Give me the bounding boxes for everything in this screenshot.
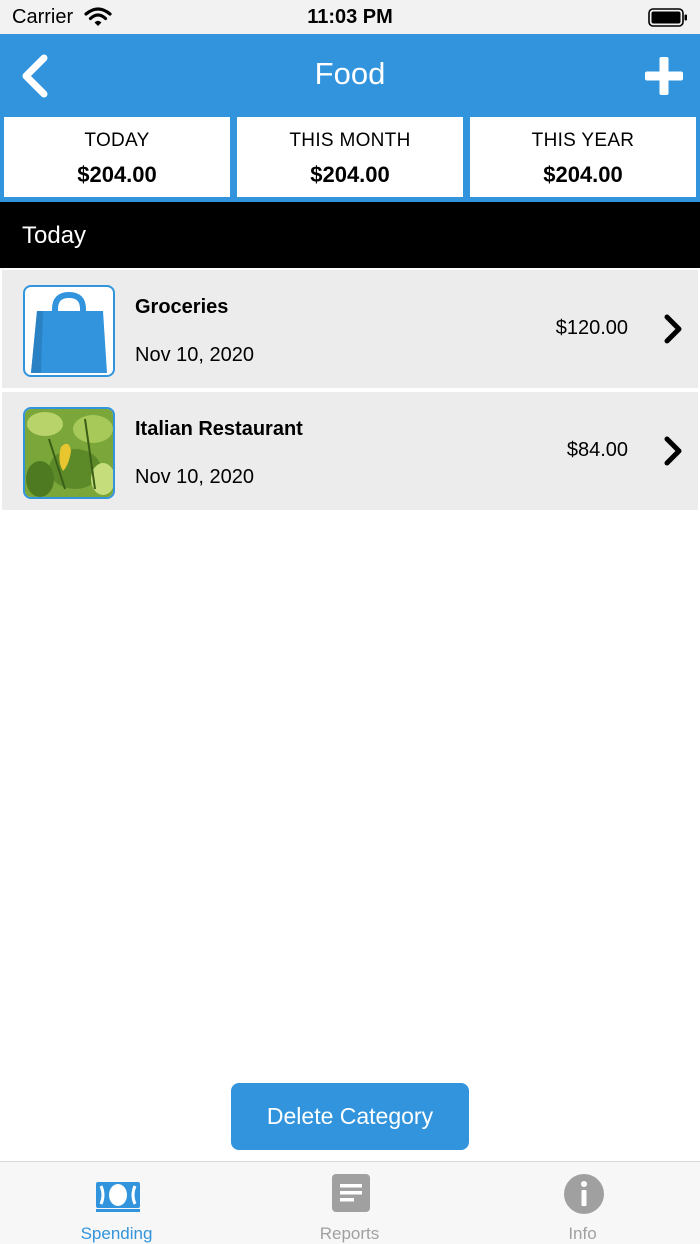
- tab-info[interactable]: Info: [466, 1162, 699, 1244]
- add-plus-icon[interactable]: [644, 56, 684, 96]
- shopping-bag-icon: [23, 285, 115, 377]
- info-icon: [564, 1174, 604, 1214]
- report-icon: [332, 1174, 370, 1212]
- summary-value: $204.00: [310, 162, 390, 187]
- tab-bar: Spending Reports Info: [0, 1161, 700, 1244]
- summary-label: THIS YEAR: [531, 130, 635, 151]
- summary-value: $204.00: [77, 162, 157, 187]
- clock-label: 11:03 PM: [307, 6, 393, 28]
- chevron-right-icon: [664, 314, 682, 344]
- transaction-row[interactable]: Groceries Nov 10, 2020 $120.00: [2, 270, 698, 388]
- tab-label: Spending: [80, 1224, 153, 1243]
- section-header: Today: [0, 202, 700, 268]
- summary-today: TODAY $204.00: [4, 117, 230, 197]
- transaction-amount: $84.00: [566, 439, 628, 461]
- transaction-date: Nov 10, 2020: [135, 344, 254, 366]
- section-title: Today: [22, 222, 87, 249]
- transaction-name: Italian Restaurant: [135, 418, 303, 440]
- spending-summary: TODAY $204.00 THIS MONTH $204.00 THIS YE…: [0, 116, 700, 202]
- summary-value: $204.00: [543, 162, 623, 187]
- transaction-row[interactable]: Italian Restaurant Nov 10, 2020 $84.00: [2, 392, 698, 510]
- status-bar: Carrier 11:03 PM: [0, 0, 700, 34]
- summary-label: THIS MONTH: [289, 130, 411, 151]
- transaction-name: Groceries: [135, 296, 229, 318]
- summary-this-year: THIS YEAR $204.00: [470, 117, 696, 197]
- battery-icon: [648, 8, 687, 27]
- delete-category-button[interactable]: Delete Category: [231, 1083, 469, 1150]
- navigation-bar: Food: [0, 34, 700, 116]
- transaction-amount: $120.00: [555, 317, 628, 339]
- restaurant-photo: [23, 407, 115, 499]
- chevron-right-icon: [664, 436, 682, 466]
- tab-spending[interactable]: Spending: [0, 1162, 233, 1244]
- tab-label: Reports: [319, 1224, 380, 1243]
- money-icon: [96, 1182, 140, 1212]
- summary-this-month: THIS MONTH $204.00: [237, 117, 463, 197]
- transaction-date: Nov 10, 2020: [135, 466, 254, 488]
- page-title: Food: [314, 56, 386, 91]
- summary-label: TODAY: [84, 130, 150, 151]
- tab-reports[interactable]: Reports: [233, 1162, 466, 1244]
- tab-label: Info: [568, 1224, 597, 1243]
